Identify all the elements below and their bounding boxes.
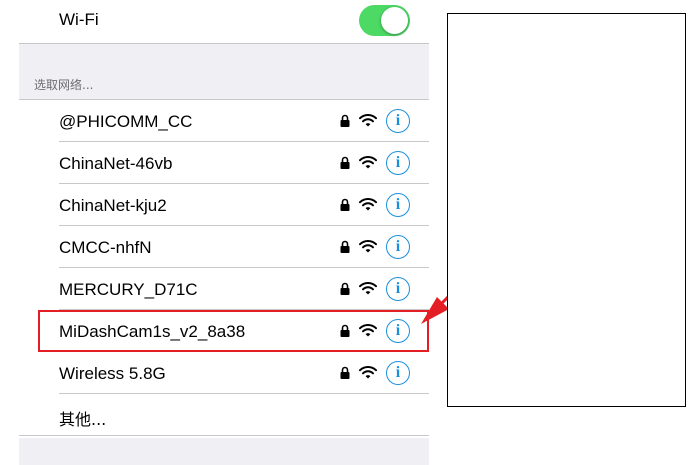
placeholder-frame bbox=[447, 13, 686, 407]
lock-icon bbox=[340, 282, 350, 295]
network-row-cmcc[interactable]: CMCC-nhfN i bbox=[19, 226, 429, 268]
network-row-chinanet-46vb[interactable]: ChinaNet-46vb i bbox=[19, 142, 429, 184]
lock-icon bbox=[340, 114, 350, 127]
wifi-label: Wi-Fi bbox=[59, 10, 99, 29]
network-name: ChinaNet-46vb bbox=[59, 154, 173, 173]
other-network-label: 其他... bbox=[59, 410, 107, 429]
lock-icon bbox=[340, 156, 350, 169]
lock-icon bbox=[340, 366, 350, 379]
info-icon[interactable]: i bbox=[386, 361, 410, 385]
network-list: @PHICOMM_CC i ChinaNet-46vb i ChinaNet-k… bbox=[19, 100, 429, 436]
toggle-knob bbox=[381, 7, 408, 34]
network-name: Wireless 5.8G bbox=[59, 364, 166, 383]
wifi-toggle[interactable] bbox=[359, 5, 410, 36]
section-separator: 选取网络... bbox=[19, 44, 429, 100]
other-network-row[interactable]: 其他... bbox=[19, 394, 429, 436]
wifi-signal-icon bbox=[359, 240, 377, 253]
wifi-signal-icon bbox=[359, 156, 377, 169]
highlight-box bbox=[38, 310, 429, 352]
info-icon[interactable]: i bbox=[386, 277, 410, 301]
network-name: @PHICOMM_CC bbox=[59, 112, 193, 131]
wifi-signal-icon bbox=[359, 366, 377, 379]
network-name: ChinaNet-kju2 bbox=[59, 196, 167, 215]
wifi-toggle-row: Wi-Fi bbox=[19, 0, 429, 44]
wifi-settings-panel: Wi-Fi 选取网络... @PHICOMM_CC i ChinaNet-46v… bbox=[19, 0, 429, 465]
wifi-signal-icon bbox=[359, 198, 377, 211]
choose-network-header: 选取网络... bbox=[34, 78, 94, 92]
network-row-mercury[interactable]: MERCURY_D71C i bbox=[19, 268, 429, 310]
info-icon[interactable]: i bbox=[386, 193, 410, 217]
network-name: CMCC-nhfN bbox=[59, 238, 152, 257]
network-row-wireless-5g[interactable]: Wireless 5.8G i bbox=[19, 352, 429, 394]
lock-icon bbox=[340, 240, 350, 253]
network-row-phicomm[interactable]: @PHICOMM_CC i bbox=[19, 100, 429, 142]
info-icon[interactable]: i bbox=[386, 151, 410, 175]
wifi-signal-icon bbox=[359, 282, 377, 295]
network-name: MERCURY_D71C bbox=[59, 280, 198, 299]
lock-icon bbox=[340, 198, 350, 211]
info-icon[interactable]: i bbox=[386, 109, 410, 133]
info-icon[interactable]: i bbox=[386, 235, 410, 259]
bottom-separator bbox=[19, 438, 429, 465]
wifi-signal-icon bbox=[359, 114, 377, 127]
network-row-chinanet-kju2[interactable]: ChinaNet-kju2 i bbox=[19, 184, 429, 226]
